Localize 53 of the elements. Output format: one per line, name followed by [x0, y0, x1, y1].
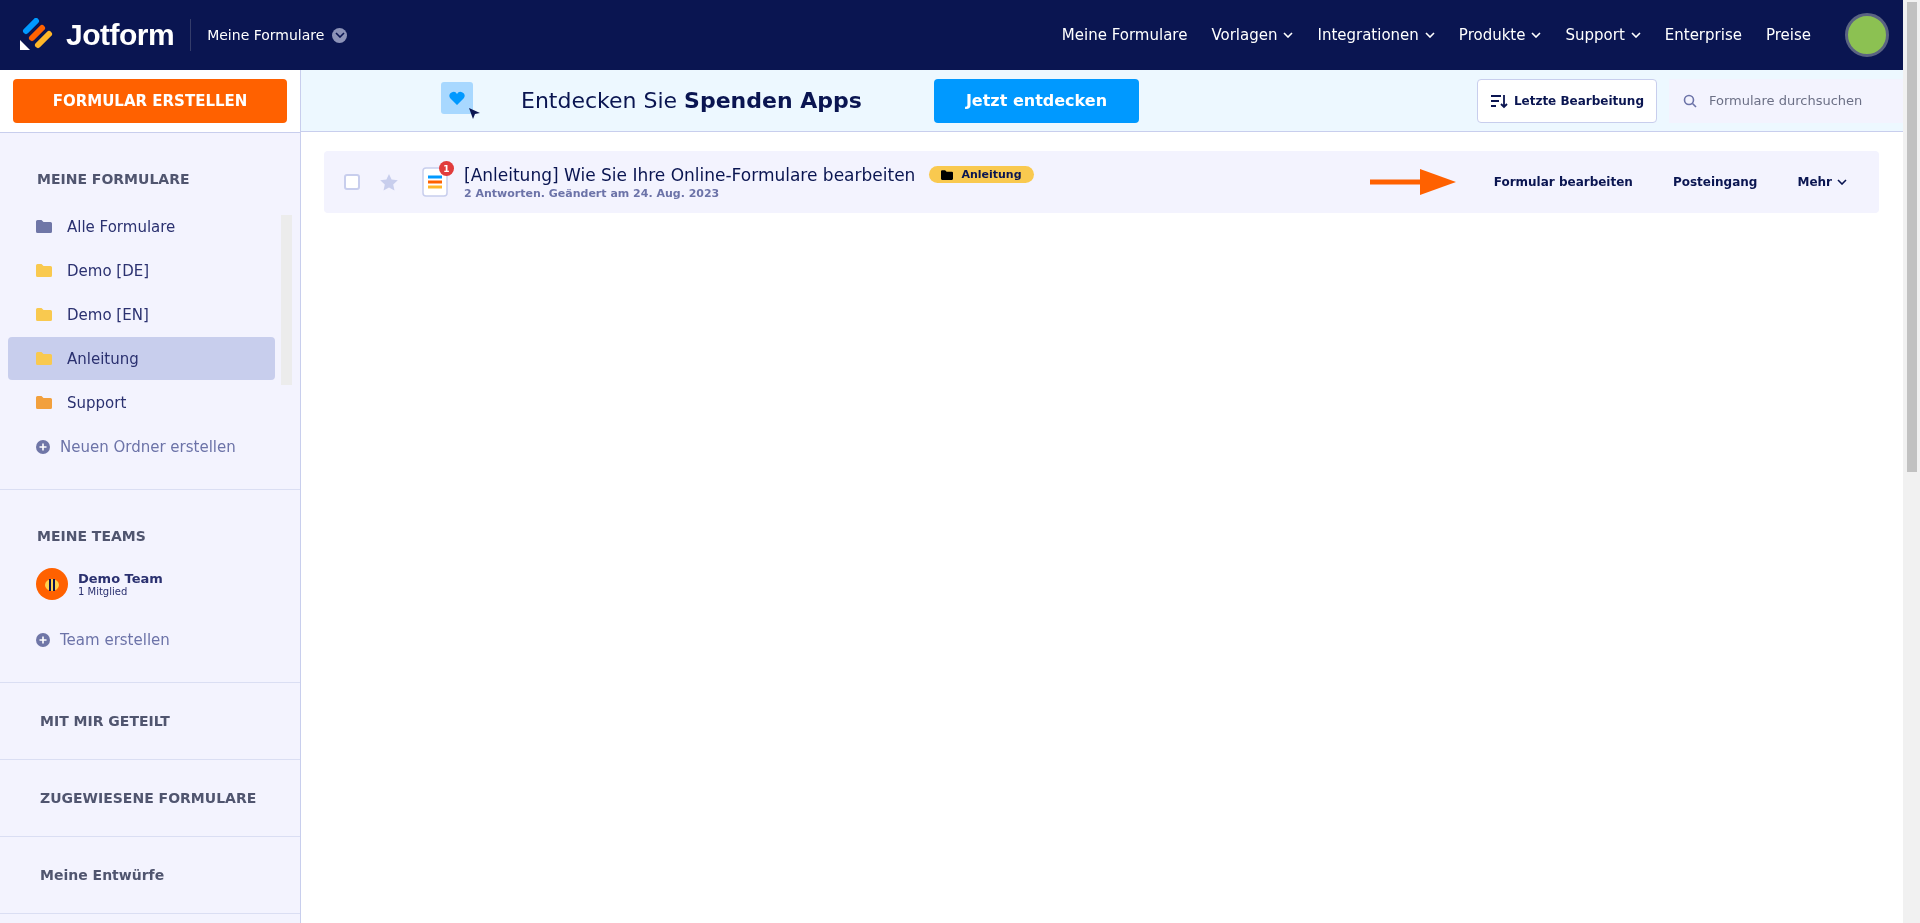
sort-button[interactable]: Letzte Bearbeitung [1476, 78, 1657, 123]
sort-icon [1489, 92, 1508, 109]
form-title[interactable]: [Anleitung] Wie Sie Ihre Online-Formulare bearbeiten [464, 164, 916, 185]
chevron-down-icon [334, 32, 345, 38]
folder-item[interactable]: Demo [EN] [8, 293, 275, 336]
nav-link[interactable]: Enterprise [1664, 26, 1742, 44]
checkbox[interactable] [344, 174, 360, 190]
notification-badge: 1 [439, 161, 454, 176]
nav-link[interactable]: Support [1565, 26, 1641, 44]
nav-link[interactable]: Integrationen [1317, 26, 1435, 44]
nav-link[interactable]: Meine Formulare [1061, 26, 1188, 44]
team-name[interactable]: Demo Team [78, 571, 163, 586]
arrow-icon [1369, 169, 1456, 195]
chevron-down-icon [1630, 32, 1641, 38]
plus-circle-icon [36, 440, 50, 454]
chevron-down-icon [1424, 32, 1435, 38]
section-link[interactable]: MIT MIR GETEILT [8, 683, 292, 759]
section-heading: MEINE FORMULARE [36, 170, 191, 189]
section-link[interactable]: ZUGEWIESENE FORMULARE [8, 760, 292, 836]
nav-link[interactable]: Preise [1765, 26, 1811, 44]
folder-item[interactable]: Alle Formulare [8, 205, 275, 248]
action-button[interactable]: Mehr [1777, 175, 1867, 189]
form-icon [422, 167, 448, 197]
chevron-down-icon [1531, 32, 1542, 38]
team-avatar[interactable] [36, 568, 68, 600]
search-field[interactable]: Formulare durchsuchen [1669, 78, 1903, 123]
avatar[interactable] [1845, 13, 1889, 57]
plus-circle-icon [36, 633, 50, 647]
action-button[interactable]: Formular bearbeiten [1473, 175, 1653, 189]
chevron-down-icon [1837, 179, 1847, 185]
new-folder-link[interactable]: Neuen Ordner erstellen [8, 425, 292, 469]
bee-icon [43, 576, 61, 592]
chevron-down-icon [1283, 32, 1294, 38]
section-link[interactable]: Meine Entwürfe [8, 837, 292, 913]
folder-icon [941, 169, 954, 180]
new-team-link[interactable]: Team erstellen [8, 618, 292, 662]
logo-text[interactable]: Jotform [66, 18, 175, 52]
team-members: 1 Mitglied [78, 586, 129, 597]
nav-link[interactable]: Vorlagen [1211, 26, 1294, 44]
scrollbar[interactable] [1903, 0, 1920, 923]
star-icon[interactable] [380, 173, 398, 191]
folder-tag[interactable]: Anleitung [929, 166, 1034, 183]
folder-item[interactable]: Anleitung [8, 337, 275, 380]
banner-text: Entdecken Sie Spenden Apps [521, 88, 862, 113]
folder-item[interactable]: Support [8, 381, 275, 424]
form-row[interactable]: 1 [Anleitung] Wie Sie Ihre Online-Formulare bearbeiten Anleitung 2 Antworten. Geändert am 24. Aug. 2023 Formular bearbeiten Posteingang Mehr [324, 151, 1879, 213]
section-heading: MEINE TEAMS [36, 527, 147, 546]
form-meta: 2 Antworten. Geändert am 24. Aug. 2023 [464, 186, 721, 200]
nav-link[interactable]: Produkte [1458, 26, 1542, 44]
folder-item[interactable]: Demo [DE] [8, 249, 275, 292]
action-button[interactable]: Posteingang [1652, 175, 1778, 189]
heart-cursor-icon [441, 81, 481, 120]
workspace-dropdown[interactable]: Meine Formulare [207, 27, 348, 43]
